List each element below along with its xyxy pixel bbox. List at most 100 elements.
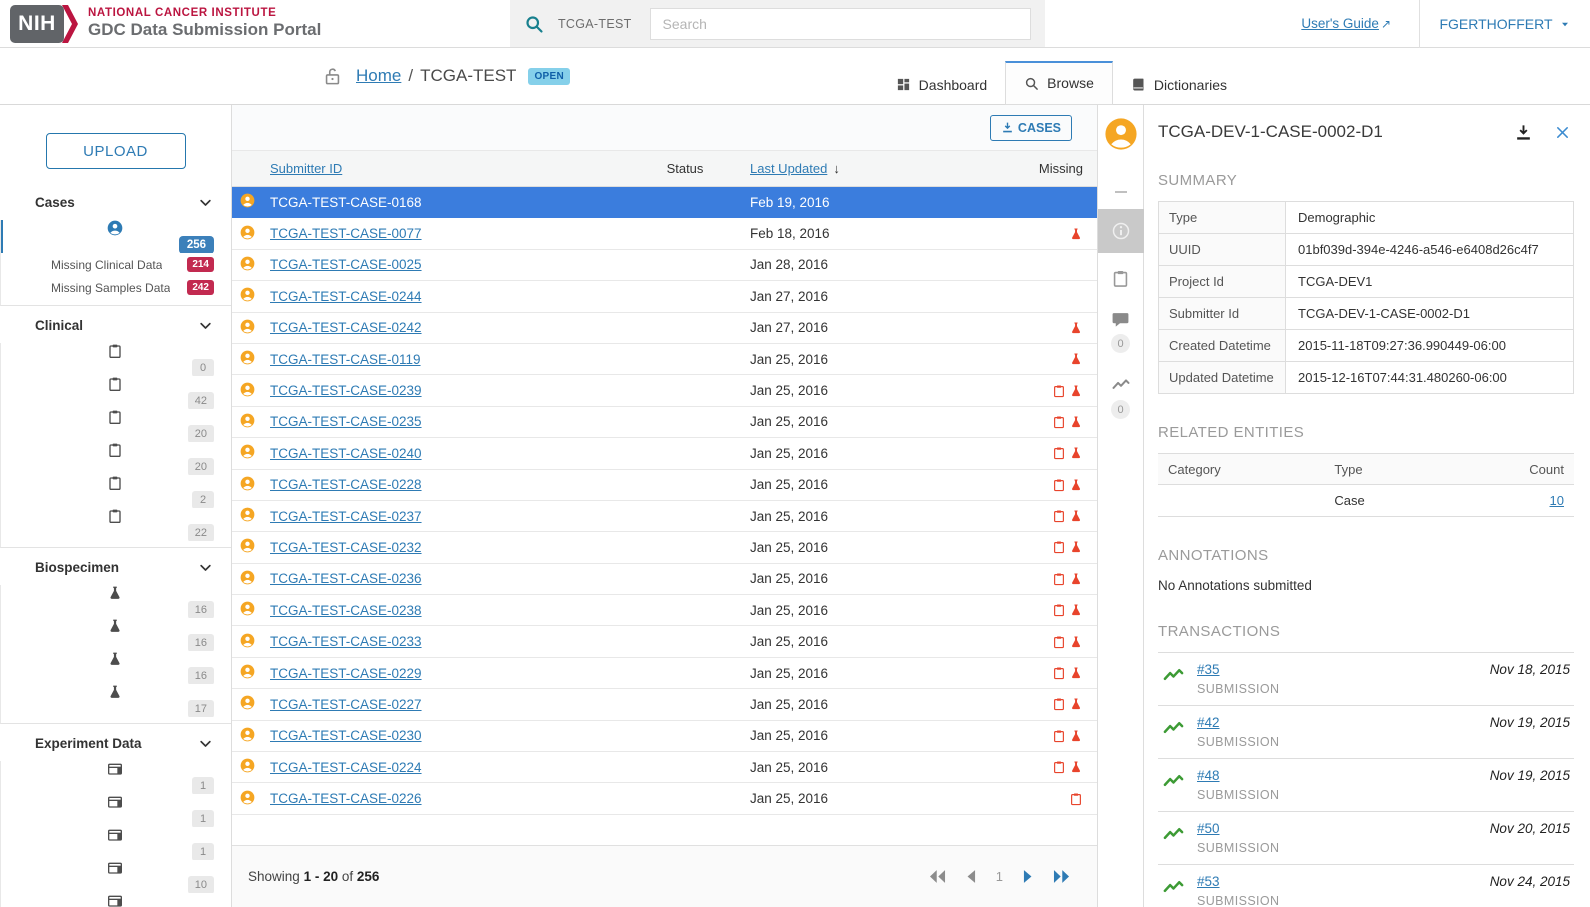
users-guide-link[interactable]: User's Guide↗ bbox=[1301, 16, 1391, 31]
sidebar-item-treatment[interactable]: Treatment22 bbox=[1, 508, 231, 541]
sidebar-item-analyte[interactable]: Analyte16 bbox=[1, 618, 231, 651]
bundle-icon bbox=[107, 893, 123, 907]
search-input[interactable] bbox=[650, 8, 1031, 40]
transaction-link[interactable]: #53 bbox=[1197, 874, 1220, 889]
pagination: 1 bbox=[928, 867, 1071, 886]
table-row[interactable]: TCGA-TEST-CASE-0244Jan 27, 2016 bbox=[232, 281, 1097, 312]
case-link[interactable]: TCGA-TEST-CASE-0236 bbox=[270, 571, 422, 586]
download-cases-button[interactable]: CASES bbox=[990, 115, 1072, 141]
next-page-button[interactable] bbox=[1018, 867, 1037, 886]
sidebar-item-missing-clinical-data[interactable]: Missing Clinical Data214 bbox=[1, 253, 231, 276]
table-row[interactable]: TCGA-TEST-CASE-0240Jan 25, 2016 bbox=[232, 438, 1097, 469]
tab-dashboard[interactable]: Dashboard bbox=[878, 63, 1006, 105]
transaction-link[interactable]: #42 bbox=[1197, 715, 1220, 730]
tab-comments-icon[interactable] bbox=[1111, 310, 1130, 329]
case-link[interactable]: TCGA-TEST-CASE-0226 bbox=[270, 791, 422, 806]
sidebar-section-cases[interactable]: Cases bbox=[0, 183, 231, 220]
clipboard-icon bbox=[1052, 540, 1066, 554]
tab-browse[interactable]: Browse bbox=[1005, 61, 1113, 105]
table-row[interactable]: TCGA-TEST-CASE-0238Jan 25, 2016 bbox=[232, 595, 1097, 626]
table-row[interactable]: TCGA-TEST-CASE-0230Jan 25, 2016 bbox=[232, 721, 1097, 752]
case-link[interactable]: TCGA-TEST-CASE-0240 bbox=[270, 446, 422, 461]
related-count-link[interactable]: 10 bbox=[1550, 493, 1564, 508]
sidebar-item-sample[interactable]: Sample17 bbox=[1, 684, 231, 717]
first-page-button[interactable] bbox=[928, 867, 947, 886]
column-submitter-id[interactable]: Submitter ID bbox=[270, 161, 620, 176]
case-link[interactable]: TCGA-TEST-CASE-0239 bbox=[270, 383, 422, 398]
sidebar-item-slide-data-bundle[interactable]: Slide Data Bundle1 bbox=[1, 893, 231, 907]
sidebar-section-experiment-data[interactable]: Experiment Data bbox=[0, 724, 231, 761]
showing-text: Showing 1 - 20 of 256 bbox=[248, 869, 379, 884]
sidebar-section-clinical[interactable]: Clinical bbox=[0, 306, 231, 343]
tab-transactions-icon[interactable] bbox=[1111, 375, 1131, 395]
table-row[interactable]: TCGA-TEST-CASE-0077Feb 18, 2016 bbox=[232, 218, 1097, 249]
cell-submitter-id: TCGA-TEST-CASE-0077 bbox=[270, 226, 620, 241]
transaction-link[interactable]: #50 bbox=[1197, 821, 1220, 836]
transaction-link[interactable]: #48 bbox=[1197, 768, 1220, 783]
table-row[interactable]: TCGA-TEST-CASE-0224Jan 25, 2016 bbox=[232, 752, 1097, 783]
sidebar-item-diagnosis[interactable]: Diagnosis20 bbox=[1, 409, 231, 442]
sidebar-item-pathology-data-bundle[interactable]: Pathology Data Bundle1 bbox=[1, 827, 231, 860]
sidebar-item-all-cases[interactable]: All Cases256 bbox=[1, 220, 231, 253]
table-row[interactable]: TCGA-TEST-CASE-0025Jan 28, 2016 bbox=[232, 250, 1097, 281]
case-link[interactable]: TCGA-TEST-CASE-0168 bbox=[270, 195, 422, 210]
sidebar-item-family-history[interactable]: Family History2 bbox=[1, 475, 231, 508]
table-row[interactable]: TCGA-TEST-CASE-0229Jan 25, 2016 bbox=[232, 658, 1097, 689]
table-row[interactable]: TCGA-TEST-CASE-0228Jan 25, 2016 bbox=[232, 470, 1097, 501]
cell-missing bbox=[950, 635, 1097, 649]
sidebar-item-missing-samples-data[interactable]: Missing Samples Data242 bbox=[1, 276, 231, 299]
case-link[interactable]: TCGA-TEST-CASE-0025 bbox=[270, 257, 422, 272]
case-link[interactable]: TCGA-TEST-CASE-0119 bbox=[270, 352, 421, 367]
prev-page-button[interactable] bbox=[962, 867, 981, 886]
close-icon[interactable] bbox=[1555, 125, 1570, 140]
chart-icon bbox=[1162, 770, 1185, 793]
case-link[interactable]: TCGA-TEST-CASE-0227 bbox=[270, 697, 422, 712]
upload-button[interactable]: UPLOAD bbox=[46, 133, 186, 169]
column-last-updated[interactable]: Last Updated↓ bbox=[750, 161, 950, 176]
breadcrumb-home-link[interactable]: Home bbox=[356, 66, 401, 86]
table-row[interactable]: TCGA-TEST-CASE-0168Feb 19, 2016 bbox=[232, 187, 1097, 218]
case-link[interactable]: TCGA-TEST-CASE-0232 bbox=[270, 540, 422, 555]
case-link[interactable]: TCGA-TEST-CASE-0224 bbox=[270, 760, 422, 775]
case-link[interactable]: TCGA-TEST-CASE-0237 bbox=[270, 509, 422, 524]
sidebar-item-aliquot[interactable]: Aliquot16 bbox=[1, 585, 231, 618]
detail-download-icon[interactable] bbox=[1514, 123, 1533, 142]
last-page-button[interactable] bbox=[1052, 867, 1071, 886]
case-link[interactable]: TCGA-TEST-CASE-0238 bbox=[270, 603, 422, 618]
tab-dictionaries[interactable]: Dictionaries bbox=[1113, 63, 1245, 105]
table-row[interactable]: TCGA-TEST-CASE-0236Jan 25, 2016 bbox=[232, 564, 1097, 595]
table-row[interactable]: TCGA-TEST-CASE-0235Jan 25, 2016 bbox=[232, 407, 1097, 438]
sidebar-item-read-group[interactable]: Read Group10 bbox=[1, 860, 231, 893]
user-menu[interactable]: FGERTHOFFERT bbox=[1420, 16, 1590, 32]
tab-details[interactable] bbox=[1098, 209, 1144, 253]
table-row[interactable]: TCGA-TEST-CASE-0237Jan 25, 2016 bbox=[232, 501, 1097, 532]
case-link[interactable]: TCGA-TEST-CASE-0229 bbox=[270, 666, 422, 681]
case-link[interactable]: TCGA-TEST-CASE-0077 bbox=[270, 226, 422, 241]
table-row[interactable]: TCGA-TEST-CASE-0227Jan 25, 2016 bbox=[232, 689, 1097, 720]
table-row[interactable]: TCGA-TEST-CASE-0239Jan 25, 2016 bbox=[232, 375, 1097, 406]
sidebar-item-biospecimen-data-bundle[interactable]: Biospecimen Data Bundle1 bbox=[1, 761, 231, 794]
table-row[interactable]: TCGA-TEST-CASE-0232Jan 25, 2016 bbox=[232, 532, 1097, 563]
case-link[interactable]: TCGA-TEST-CASE-0228 bbox=[270, 477, 422, 492]
case-link[interactable]: TCGA-TEST-CASE-0235 bbox=[270, 414, 422, 429]
table-row[interactable]: TCGA-TEST-CASE-0119Jan 25, 2016 bbox=[232, 344, 1097, 375]
sidebar-item-portion[interactable]: Portion16 bbox=[1, 651, 231, 684]
column-status[interactable]: Status bbox=[620, 161, 750, 176]
sidebar-section-biospecimen[interactable]: Biospecimen bbox=[0, 548, 231, 585]
sidebar-item-demographic[interactable]: Demographic42 bbox=[1, 376, 231, 409]
chevron-down-icon bbox=[198, 318, 213, 333]
sidebar-item-exposure[interactable]: Exposure20 bbox=[1, 442, 231, 475]
table-row[interactable]: TCGA-TEST-CASE-0233Jan 25, 2016 bbox=[232, 626, 1097, 657]
table-row[interactable]: TCGA-TEST-CASE-0226Jan 25, 2016 bbox=[232, 783, 1097, 814]
case-link[interactable]: TCGA-TEST-CASE-0244 bbox=[270, 289, 422, 304]
collapse-icon[interactable] bbox=[1112, 183, 1130, 201]
sidebar-item-clinical-data-bundle[interactable]: Clinical Data Bundle1 bbox=[1, 794, 231, 827]
transaction-link[interactable]: #35 bbox=[1197, 662, 1220, 677]
case-link[interactable]: TCGA-TEST-CASE-0230 bbox=[270, 728, 422, 743]
case-link[interactable]: TCGA-TEST-CASE-0233 bbox=[270, 634, 422, 649]
brand[interactable]: NIH NATIONAL CANCER INSTITUTE GDC Data S… bbox=[0, 0, 480, 47]
sidebar-item-clinical[interactable]: Clinical0 bbox=[1, 343, 231, 376]
case-link[interactable]: TCGA-TEST-CASE-0242 bbox=[270, 320, 422, 335]
tab-annotations-clipboard-icon[interactable] bbox=[1111, 269, 1130, 288]
table-row[interactable]: TCGA-TEST-CASE-0242Jan 27, 2016 bbox=[232, 313, 1097, 344]
